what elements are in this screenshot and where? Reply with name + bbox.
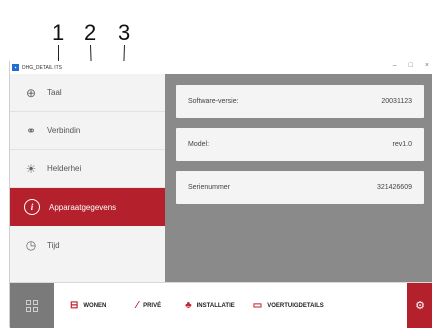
- detail-value: 321426609: [376, 184, 412, 191]
- tab-label: PRIVÉ: [143, 302, 162, 309]
- sidebar-item-label: Verbindin: [47, 126, 81, 135]
- sidebar-item-label: Helderhei: [47, 164, 82, 173]
- app-icon: ▪: [12, 64, 19, 71]
- sidebar-item-helderheid[interactable]: ☀ Helderhei: [10, 150, 165, 188]
- tab-voertuigdetails[interactable]: ▭ VOERTUIGDETAILS: [253, 283, 324, 328]
- callout-1: 1: [52, 20, 65, 45]
- callout-3: 3: [118, 20, 131, 45]
- device-info-panel: Software-versie: 20031123 Model: rev1.0 …: [165, 74, 432, 282]
- detail-label: Serienummer: [188, 184, 231, 191]
- link-icon: ⚭: [25, 123, 37, 138]
- vehicle-icon: ▭: [252, 300, 263, 311]
- settings-sidebar: ⊕ Taal ⚭ Verbindin ☀ Helderhei i Apparaa…: [10, 74, 165, 282]
- installation-icon: ♣: [185, 300, 192, 311]
- brightness-icon: ☀: [25, 161, 37, 176]
- sidebar-item-tijd[interactable]: ◷ Tijd: [10, 226, 165, 264]
- tab-prive[interactable]: ⁄ PRIVÉ: [136, 283, 161, 328]
- callout-2: 2: [84, 20, 97, 45]
- app-grid-button[interactable]: [10, 283, 54, 328]
- bottom-navigation: ⊟ WONEN ⁄ PRIVÉ ♣ INSTALLATIE ▭ VOERTUIG…: [10, 282, 432, 328]
- sidebar-item-label: Tijd: [47, 240, 60, 250]
- gear-icon: ⚙: [415, 300, 425, 312]
- detail-value: rev1.0: [392, 141, 412, 148]
- sidebar-item-verbinding[interactable]: ⚭ Verbindin: [10, 112, 165, 150]
- detail-label: Model:: [188, 141, 210, 148]
- globe-icon: ⊕: [25, 85, 37, 100]
- detail-label: Software-versie:: [188, 98, 239, 105]
- tab-installatie[interactable]: ♣ INSTALLATIE: [185, 283, 235, 328]
- sidebar-item-apparaatgegevens[interactable]: i Apparaatgegevens: [10, 188, 165, 226]
- privacy-icon: ⁄: [136, 300, 139, 311]
- serial-number-row: Serienummer 321426609: [176, 171, 424, 204]
- sidebar-item-label: Apparaatgegevens: [49, 202, 117, 212]
- tab-label: WONEN: [83, 302, 107, 309]
- tab-wonen[interactable]: ⊟ WONEN: [70, 283, 106, 328]
- sidebar-item-label: Taal: [47, 88, 62, 97]
- settings-button[interactable]: ⚙: [407, 283, 432, 328]
- clock-icon: ◷: [25, 238, 37, 252]
- software-version-row: Software-versie: 20031123: [176, 85, 424, 118]
- maximize-button[interactable]: □: [409, 62, 413, 69]
- tab-label: VOERTUIGDETAILS: [267, 302, 324, 309]
- title-bar: ▪ DHG_DETAIL ITS – □ ×: [10, 61, 432, 74]
- app-window: ▪ DHG_DETAIL ITS – □ × ⊕ Taal ⚭ Verbindi…: [9, 61, 432, 328]
- close-button[interactable]: ×: [425, 62, 429, 69]
- window-controls: – □ ×: [393, 62, 429, 69]
- tab-label: INSTALLATIE: [196, 302, 235, 309]
- grid-icon: [26, 299, 38, 312]
- sidebar-item-taal[interactable]: ⊕ Taal: [10, 74, 165, 112]
- model-row: Model: rev1.0: [176, 128, 424, 161]
- detail-value: 20031123: [381, 98, 412, 105]
- minimize-button[interactable]: –: [393, 62, 397, 69]
- window-title: DHG_DETAIL ITS: [22, 64, 63, 71]
- home-icon: ⊟: [70, 300, 79, 311]
- info-icon: i: [24, 199, 40, 215]
